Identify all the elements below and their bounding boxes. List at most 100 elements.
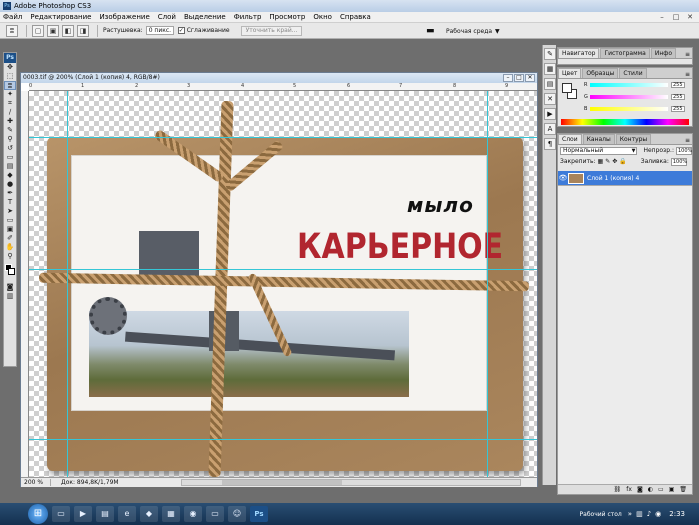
- image-canvas[interactable]: мыло КАРЬЕРНОЕ: [29, 91, 537, 477]
- panel-menu-icon[interactable]: ≡: [685, 51, 692, 58]
- blue-value[interactable]: 255: [671, 106, 685, 112]
- color-spectrum[interactable]: [561, 119, 689, 125]
- paragraph-icon[interactable]: ¶: [544, 138, 556, 150]
- color-swatches[interactable]: [4, 263, 16, 281]
- lock-pixels-icon[interactable]: ✎: [605, 158, 610, 165]
- clone-stamp-icon[interactable]: ⚲: [4, 135, 16, 144]
- panel-menu-icon[interactable]: ≡: [685, 71, 692, 78]
- tab-histogram[interactable]: Гистограмма: [600, 48, 650, 58]
- language-icon[interactable]: ◉: [655, 510, 661, 518]
- chat-icon[interactable]: ☺: [228, 506, 246, 522]
- red-value[interactable]: 255: [671, 82, 685, 88]
- gradient-tool-icon[interactable]: ▤: [4, 162, 16, 171]
- feather-input[interactable]: 0 пикс.: [145, 26, 174, 35]
- hand-tool-icon[interactable]: ✋: [4, 243, 16, 252]
- photoshop-taskbar-button[interactable]: Ps: [250, 506, 268, 522]
- document-info[interactable]: Док: 894,8K/1,79M: [51, 479, 119, 486]
- doc-maximize-icon[interactable]: □: [514, 74, 524, 82]
- lasso-tool-preset-icon[interactable]: ⵓ: [6, 24, 18, 37]
- fill-input[interactable]: 100%: [670, 157, 687, 166]
- guide-line[interactable]: [29, 269, 537, 270]
- dodge-tool-icon[interactable]: ●: [4, 180, 16, 189]
- layer-comps-icon[interactable]: ▤: [544, 78, 556, 90]
- healing-brush-icon[interactable]: ✚: [4, 117, 16, 126]
- media-player-icon[interactable]: ▶: [74, 506, 92, 522]
- new-group-icon[interactable]: ▭: [658, 486, 664, 493]
- doc-close-icon[interactable]: ✕: [525, 74, 535, 82]
- tab-channels[interactable]: Каналы: [582, 134, 615, 144]
- color-fg-swatch[interactable]: [562, 83, 572, 93]
- volume-icon[interactable]: ♪: [647, 510, 651, 518]
- horizontal-scrollbar[interactable]: [181, 479, 521, 486]
- slice-tool-icon[interactable]: ∕: [4, 108, 16, 117]
- new-layer-icon[interactable]: ▣: [669, 486, 675, 493]
- subtract-selection-icon[interactable]: ◧: [62, 24, 74, 37]
- blend-mode-select[interactable]: Нормальный ▼: [560, 146, 638, 155]
- eye-icon[interactable]: 👁: [558, 174, 568, 182]
- lock-position-icon[interactable]: ✥: [612, 158, 617, 165]
- trash-icon[interactable]: 🗑: [679, 486, 687, 493]
- intersect-selection-icon[interactable]: ◨: [77, 24, 89, 37]
- crop-tool-icon[interactable]: ⌗: [4, 99, 16, 108]
- blur-tool-icon[interactable]: ◆: [4, 171, 16, 180]
- scrollbar-thumb[interactable]: [222, 480, 342, 485]
- clock[interactable]: 2:33: [669, 510, 685, 518]
- brush-tool-icon[interactable]: ✎: [4, 126, 16, 135]
- browser-icon[interactable]: ◉: [184, 506, 202, 522]
- tab-color[interactable]: Цвет: [558, 68, 582, 78]
- workspace-switcher[interactable]: ▬ Рабочая среда ▼: [426, 25, 500, 37]
- lasso-tool-icon[interactable]: ⵓ: [4, 81, 16, 90]
- notes-tool-icon[interactable]: ▣: [4, 225, 16, 234]
- zoom-tool-icon[interactable]: ⚲: [4, 252, 16, 261]
- refine-edge-button[interactable]: Уточнить край...: [240, 25, 303, 36]
- tray-expand-icon[interactable]: »: [628, 510, 632, 518]
- history-brush-icon[interactable]: ↺: [4, 144, 16, 153]
- ie-icon[interactable]: e: [118, 506, 136, 522]
- type-tool-icon[interactable]: T: [4, 198, 16, 207]
- shape-tool-icon[interactable]: ▭: [4, 216, 16, 225]
- menu-edit[interactable]: Редактирование: [30, 13, 91, 21]
- guide-line[interactable]: [487, 91, 488, 477]
- marquee-tool-icon[interactable]: ⬚: [4, 72, 16, 81]
- layer-row-selected[interactable]: 👁 Слой 1 (копия) 4: [558, 171, 692, 185]
- quick-mask-icon[interactable]: ◙: [4, 283, 16, 292]
- brush-presets-icon[interactable]: ✎: [544, 48, 556, 60]
- magic-wand-tool-icon[interactable]: ✦: [4, 90, 16, 99]
- zoom-level[interactable]: 200 %: [21, 479, 51, 486]
- tool-presets-icon[interactable]: ▦: [544, 63, 556, 75]
- guide-line[interactable]: [29, 137, 537, 138]
- screen-mode-icon[interactable]: ▥: [4, 292, 16, 301]
- menu-file[interactable]: Файл: [3, 13, 22, 21]
- link-layers-icon[interactable]: ⛓: [614, 486, 622, 493]
- tab-styles[interactable]: Стили: [619, 68, 647, 78]
- layer-mask-icon[interactable]: ◙: [637, 486, 643, 493]
- menu-view[interactable]: Просмотр: [269, 13, 305, 21]
- tab-swatches[interactable]: Образцы: [582, 68, 619, 78]
- move-tool-icon[interactable]: ✥: [4, 63, 16, 72]
- eyedropper-tool-icon[interactable]: ✐: [4, 234, 16, 243]
- opacity-input[interactable]: 100%: [676, 146, 692, 155]
- character-icon[interactable]: A: [544, 123, 556, 135]
- folder-icon[interactable]: ▤: [96, 506, 114, 522]
- explorer-icon[interactable]: ▭: [52, 506, 70, 522]
- background-color[interactable]: [8, 268, 15, 275]
- actions-icon[interactable]: ▶: [544, 108, 556, 120]
- tab-layers[interactable]: Слои: [558, 134, 582, 144]
- menu-layer[interactable]: Слой: [158, 13, 176, 21]
- path-selection-icon[interactable]: ➤: [4, 207, 16, 216]
- antialias-checkbox[interactable]: ✓: [177, 27, 185, 34]
- add-selection-icon[interactable]: ▣: [47, 24, 59, 37]
- menu-filter[interactable]: Фильтр: [234, 13, 262, 21]
- window-icon[interactable]: ▭: [206, 506, 224, 522]
- archive-icon[interactable]: ▦: [162, 506, 180, 522]
- tab-paths[interactable]: Контуры: [615, 134, 652, 144]
- tab-info[interactable]: Инфо: [650, 48, 677, 58]
- guide-line[interactable]: [67, 91, 68, 477]
- history-icon[interactable]: ✕: [544, 93, 556, 105]
- doc-minimize-icon[interactable]: –: [503, 74, 513, 82]
- red-slider[interactable]: [590, 83, 668, 87]
- close-icon[interactable]: ✕: [683, 12, 697, 22]
- eraser-tool-icon[interactable]: ▭: [4, 153, 16, 162]
- desktop-label[interactable]: Рабочий стол: [580, 511, 622, 518]
- green-value[interactable]: 255: [671, 94, 685, 100]
